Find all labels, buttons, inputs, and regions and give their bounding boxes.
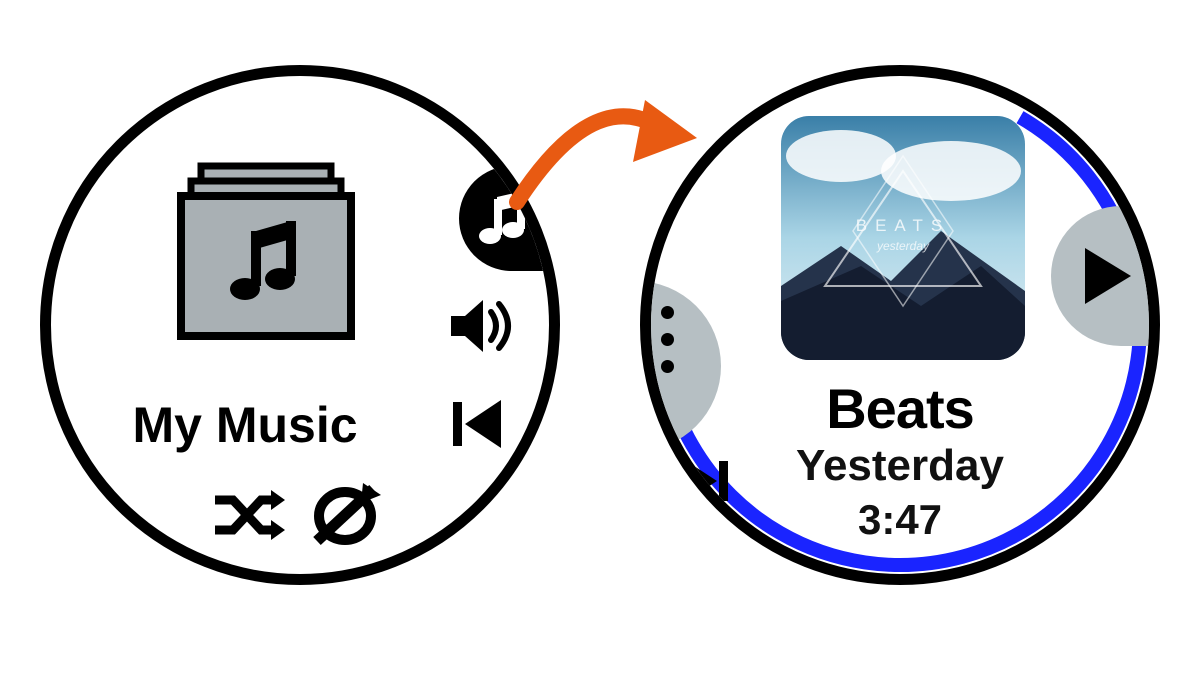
play-icon xyxy=(1079,244,1137,308)
speaker-icon xyxy=(447,294,519,360)
watch-face-now-playing: BEATS yesterday Beats Yesterday 3:47 xyxy=(640,65,1160,585)
repeat-off-icon xyxy=(307,481,387,551)
next-track-button[interactable] xyxy=(681,456,735,511)
repeat-off-button[interactable] xyxy=(307,481,387,556)
next-track-icon xyxy=(681,456,735,506)
track-title: Beats xyxy=(651,376,1149,441)
previous-track-button[interactable] xyxy=(451,396,509,457)
music-source-button[interactable] xyxy=(459,166,560,271)
album-art: BEATS yesterday xyxy=(781,116,1025,360)
previous-track-icon xyxy=(451,396,509,452)
music-folder-icon xyxy=(171,156,361,351)
music-note-icon xyxy=(477,189,537,249)
shuffle-button[interactable] xyxy=(211,486,289,551)
shuffle-icon xyxy=(211,486,289,546)
more-icon xyxy=(661,306,674,373)
album-art-subtitle: yesterday xyxy=(876,239,930,253)
watch-face-music-menu: My Music xyxy=(40,65,560,585)
album-art-title: BEATS xyxy=(856,216,950,235)
volume-button[interactable] xyxy=(447,294,519,365)
